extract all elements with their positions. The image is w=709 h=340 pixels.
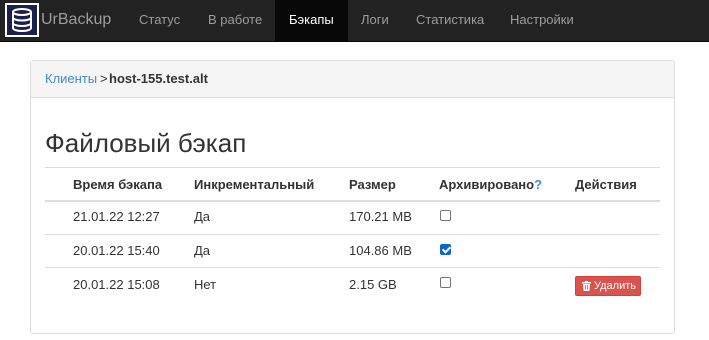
delete-button-label: Удалить	[594, 280, 636, 292]
delete-backup-button[interactable]: Удалить	[575, 276, 641, 296]
breadcrumb-clients-link[interactable]: Клиенты	[45, 71, 97, 86]
breadcrumb-separator: >	[100, 71, 108, 86]
breadcrumb: Клиенты > host-155.test.alt	[31, 61, 674, 98]
breadcrumb-current-host: host-155.test.alt	[109, 71, 208, 86]
brand[interactable]: UrBackup	[0, 0, 129, 42]
archived-help-link[interactable]: ?	[534, 177, 542, 192]
archived-checkbox[interactable]	[440, 277, 451, 288]
brand-name: UrBackup	[41, 11, 112, 28]
row-divider	[45, 267, 660, 268]
column-header-incremental: Инкрементальный	[194, 177, 315, 192]
cell-incremental: Да	[194, 243, 211, 258]
cell-size: 2.15 GB	[349, 277, 397, 292]
cell-backup-time: 21.01.22 12:27	[73, 209, 160, 224]
page-title: Файловый бэкап	[45, 128, 247, 158]
archived-checkbox[interactable]	[440, 210, 451, 221]
nav-item-in-progress[interactable]: В работе	[198, 0, 275, 42]
trash-icon	[582, 281, 591, 291]
nav-item-settings[interactable]: Настройки	[500, 0, 584, 42]
table-top-border	[45, 167, 660, 168]
column-header-time: Время бэкапа	[73, 177, 163, 192]
cell-size: 104.86 MB	[349, 243, 412, 258]
cell-incremental: Да	[194, 209, 211, 224]
cell-backup-time: 20.01.22 15:40	[73, 243, 160, 258]
column-header-archived: Архивировано?	[439, 177, 542, 192]
nav-item-status[interactable]: Статус	[129, 0, 191, 42]
table-header-border	[45, 200, 660, 202]
row-divider	[45, 234, 660, 235]
column-header-actions: Действия	[575, 177, 637, 192]
column-header-archived-label: Архивировано	[439, 177, 535, 192]
database-logo-icon	[5, 3, 39, 37]
cell-backup-time: 20.01.22 15:08	[73, 277, 160, 292]
cell-incremental: Нет	[194, 277, 217, 292]
nav-item-backups[interactable]: Бэкапы	[275, 0, 348, 42]
archived-checkbox[interactable]	[440, 244, 451, 255]
top-navbar: UrBackup Статус В работе Бэкапы Логи Ста…	[0, 0, 709, 42]
column-header-size: Размер	[349, 177, 396, 192]
nav-item-statistics[interactable]: Статистика	[406, 0, 498, 42]
nav-item-logs[interactable]: Логи	[352, 0, 400, 42]
cell-size: 170.21 MB	[349, 209, 412, 224]
